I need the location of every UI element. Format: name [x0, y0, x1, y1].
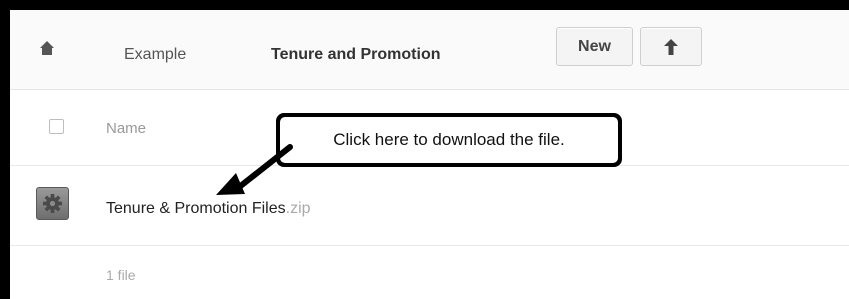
- tutorial-callout: Click here to download the file.: [276, 113, 622, 167]
- select-all-checkbox[interactable]: [49, 119, 64, 134]
- home-icon: [40, 41, 54, 55]
- toolbar: Example Tenure and Promotion New: [10, 10, 849, 90]
- file-name-base: Tenure & Promotion Files: [106, 200, 286, 217]
- upload-button[interactable]: [640, 27, 702, 66]
- gear-icon: [43, 194, 62, 213]
- new-button[interactable]: New: [556, 27, 633, 66]
- file-actions-button[interactable]: [36, 187, 69, 220]
- file-count: 1 file: [106, 267, 136, 283]
- breadcrumb-example[interactable]: Example: [124, 46, 186, 64]
- callout-text: Click here to download the file.: [280, 117, 618, 163]
- arrow-up-icon: [664, 38, 678, 55]
- breadcrumb-current-folder: Tenure and Promotion: [271, 46, 441, 63]
- column-header-name[interactable]: Name: [106, 120, 146, 137]
- file-browser-panel: Example Tenure and Promotion New Name Te…: [10, 10, 849, 299]
- file-name-link[interactable]: Tenure & Promotion Files.zip: [106, 200, 311, 218]
- home-button[interactable]: [39, 40, 55, 56]
- file-extension: .zip: [285, 200, 311, 217]
